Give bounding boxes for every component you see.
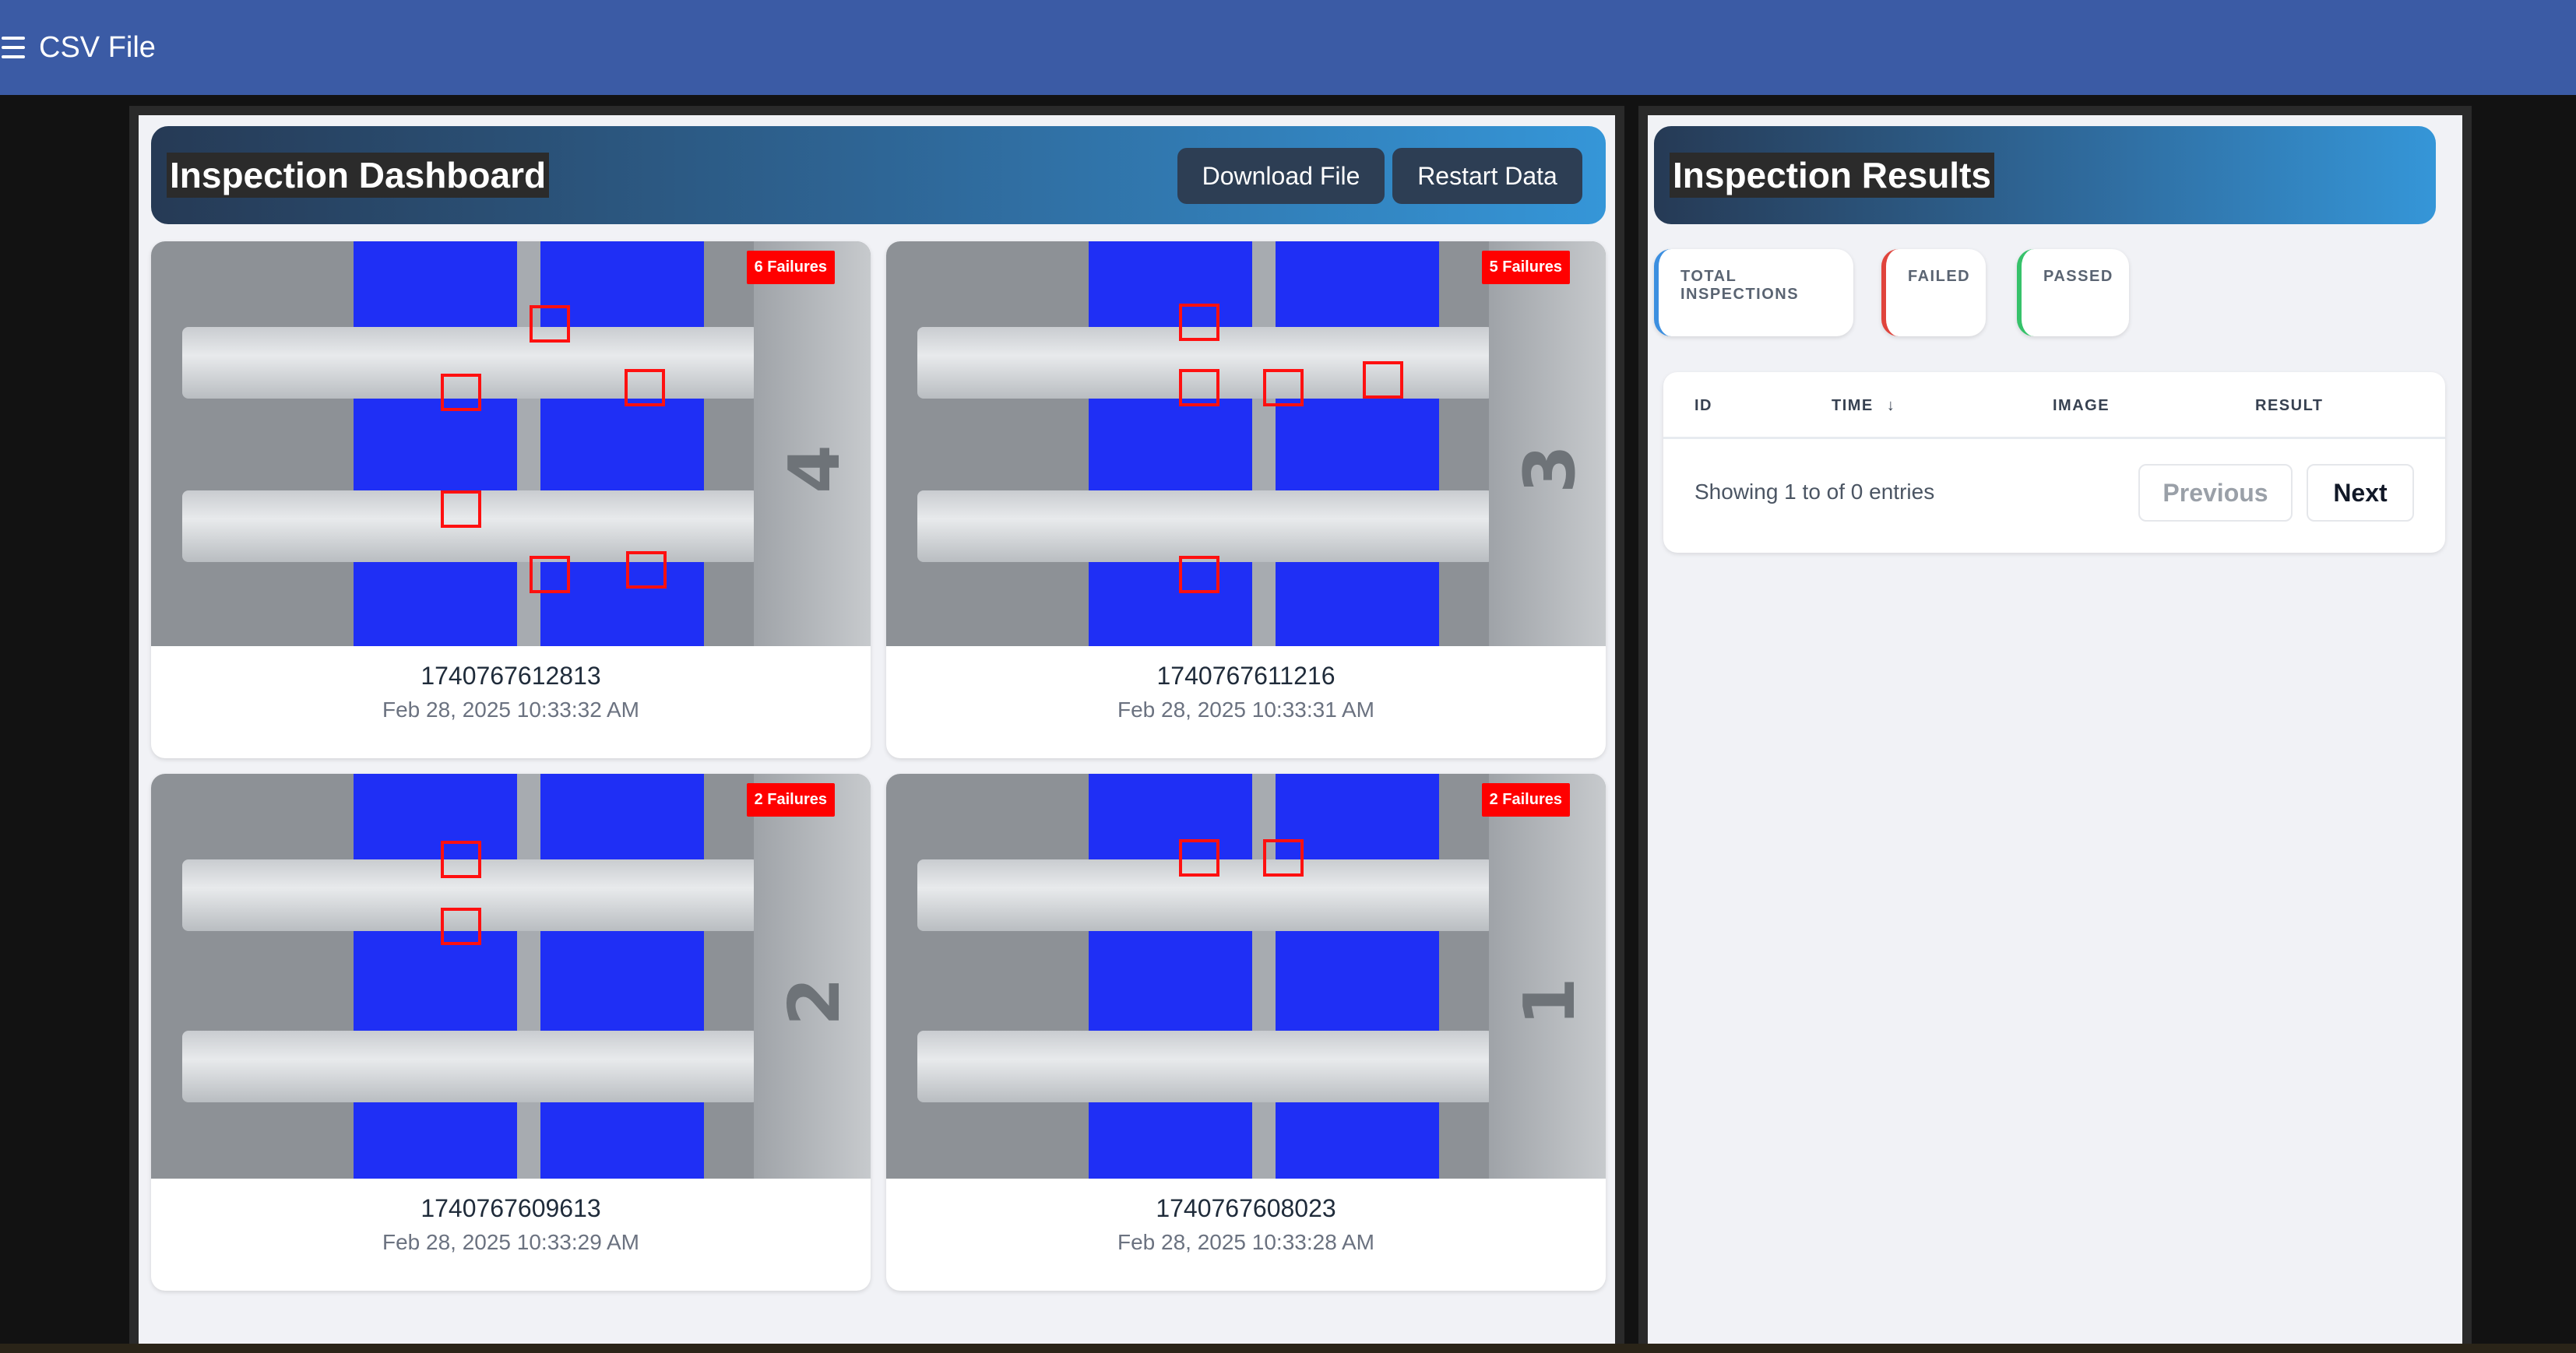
fixture-numeral: 2 xyxy=(774,977,857,1026)
inspection-id: 1740767608023 xyxy=(1156,1194,1336,1222)
bottom-strip xyxy=(0,1344,2576,1353)
inspection-image: 3 5 Failures xyxy=(886,241,1606,646)
dashboard-header: Inspection Dashboard Download File Resta… xyxy=(151,126,1606,224)
hamburger-icon[interactable] xyxy=(0,32,31,63)
stat-failed-label: FAILED xyxy=(1908,268,1971,285)
inspection-image: 1 2 Failures xyxy=(886,774,1606,1179)
results-title: Inspection Results xyxy=(1670,153,1994,198)
inspection-card[interactable]: 3 5 Failures 1740767611216 Feb 28, 2025 … xyxy=(886,241,1606,758)
inspection-card[interactable]: 4 6 Failures 1740767612813 Feb 28, 2025 … xyxy=(151,241,871,758)
failure-badge: 6 Failures xyxy=(746,251,835,284)
inspection-image: 2 2 Failures xyxy=(151,774,871,1179)
column-result[interactable]: RESULT xyxy=(2255,397,2324,415)
inspection-time: Feb 28, 2025 10:33:28 AM xyxy=(1117,1230,1375,1254)
fixture-numeral: 3 xyxy=(1509,445,1592,494)
inspection-time: Feb 28, 2025 10:33:29 AM xyxy=(382,1230,640,1254)
stat-passed: PASSED xyxy=(2017,249,2129,336)
column-time-label: TIME xyxy=(1832,397,1874,414)
failure-badge: 5 Failures xyxy=(1481,251,1570,284)
inspection-id: 1740767611216 xyxy=(1156,662,1336,690)
top-app-bar: CSV File xyxy=(0,0,2576,95)
column-image[interactable]: IMAGE xyxy=(2053,397,2110,415)
inspection-id: 1740767609613 xyxy=(421,1194,601,1222)
fixture-numeral: 4 xyxy=(774,445,857,494)
inspection-id: 1740767612813 xyxy=(421,662,601,690)
results-table: ID TIME ↓ IMAGE RESULT Showing 1 to of 0… xyxy=(1663,372,2445,553)
results-panel: Inspection Results TOTAL INSPECTIONS FAI… xyxy=(1638,106,2472,1353)
column-id[interactable]: ID xyxy=(1694,397,1712,415)
failure-badge: 2 Failures xyxy=(746,783,835,817)
fixture-numeral: 1 xyxy=(1509,977,1592,1026)
restart-data-button[interactable]: Restart Data xyxy=(1392,148,1582,204)
stat-total-inspections: TOTAL INSPECTIONS xyxy=(1654,249,1853,336)
pagination-info: Showing 1 to of 0 entries xyxy=(1694,480,1935,504)
download-file-button[interactable]: Download File xyxy=(1177,148,1385,204)
previous-button[interactable]: Previous xyxy=(2138,464,2293,522)
app-title: CSV File xyxy=(39,30,156,64)
inspection-card[interactable]: 2 2 Failures 1740767609613 Feb 28, 2025 … xyxy=(151,774,871,1291)
stat-passed-label: PASSED xyxy=(2043,268,2113,285)
table-header: ID TIME ↓ IMAGE RESULT xyxy=(1663,372,2445,439)
stat-total-label: TOTAL INSPECTIONS xyxy=(1680,268,1800,303)
inspection-card[interactable]: 1 2 Failures 1740767608023 Feb 28, 2025 … xyxy=(886,774,1606,1291)
inspection-image: 4 6 Failures xyxy=(151,241,871,646)
inspection-time: Feb 28, 2025 10:33:31 AM xyxy=(1117,698,1375,722)
results-header: Inspection Results xyxy=(1654,126,2436,224)
failure-badge: 2 Failures xyxy=(1481,783,1570,817)
dashboard-panel: Inspection Dashboard Download File Resta… xyxy=(129,106,1624,1353)
next-button[interactable]: Next xyxy=(2307,464,2414,522)
stat-failed: FAILED xyxy=(1881,249,1986,336)
inspection-time: Feb 28, 2025 10:33:32 AM xyxy=(382,698,640,722)
arrow-down-icon: ↓ xyxy=(1886,397,1896,414)
column-time[interactable]: TIME ↓ xyxy=(1832,397,1895,415)
dashboard-title: Inspection Dashboard xyxy=(167,153,550,198)
